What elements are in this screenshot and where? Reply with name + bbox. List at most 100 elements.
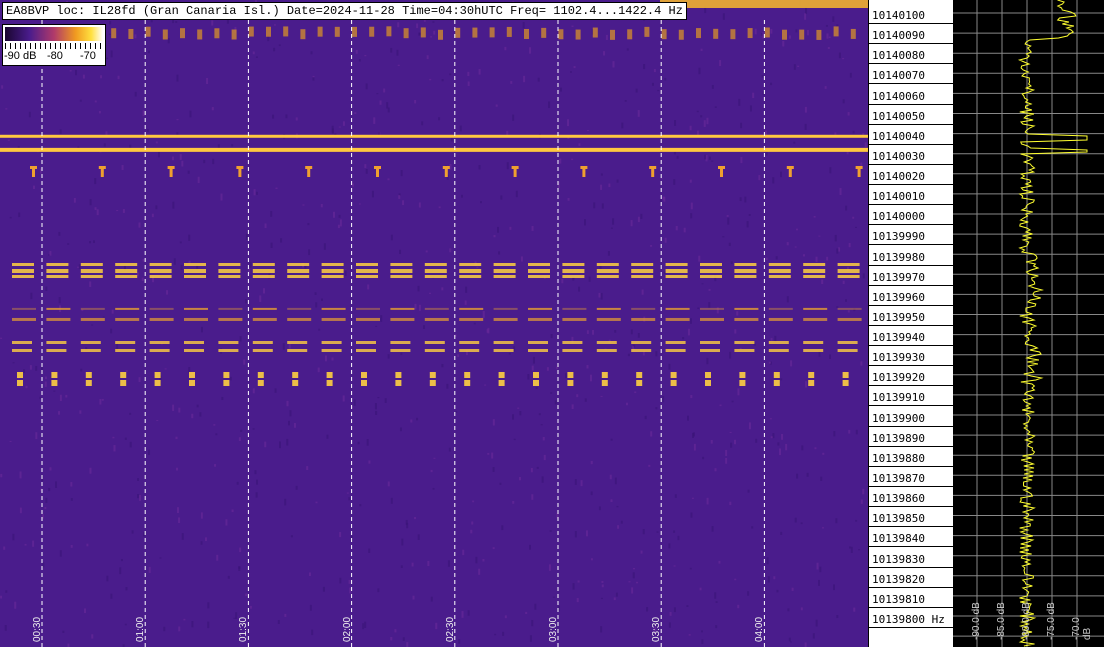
noise	[175, 436, 178, 440]
noise	[518, 477, 521, 481]
noise	[333, 211, 336, 218]
noise	[770, 337, 773, 341]
burst	[596, 263, 619, 266]
burst	[601, 372, 608, 378]
top-marks	[334, 26, 340, 37]
frequency-tick	[869, 526, 953, 528]
top-marks	[231, 29, 237, 40]
noise	[740, 122, 743, 129]
noise	[221, 396, 224, 401]
noise	[529, 47, 532, 54]
db-tick-label: -80.0 dB	[1021, 602, 1032, 640]
noise	[668, 622, 671, 628]
noise	[844, 299, 847, 302]
noise	[400, 352, 403, 356]
noise	[747, 591, 750, 596]
noise	[273, 24, 276, 26]
noise	[700, 48, 703, 51]
noise	[715, 601, 718, 604]
noise	[245, 299, 248, 304]
noise	[274, 388, 277, 393]
noise	[786, 242, 789, 246]
noise	[339, 219, 342, 227]
burst	[321, 263, 344, 266]
noise	[255, 56, 258, 58]
noise	[94, 177, 97, 185]
noise	[537, 77, 540, 82]
noise	[264, 223, 267, 229]
burst	[739, 380, 746, 386]
noise	[35, 365, 38, 371]
noise	[176, 507, 179, 514]
burst	[768, 341, 789, 344]
noise	[642, 529, 645, 535]
burst	[528, 263, 550, 266]
noise	[769, 418, 772, 420]
noise	[590, 491, 593, 496]
noise	[726, 214, 729, 217]
noise	[464, 300, 467, 305]
top-marks	[696, 28, 701, 39]
noise	[473, 322, 476, 325]
noise	[502, 631, 505, 636]
burst	[424, 317, 449, 321]
noise	[630, 220, 633, 227]
noise	[838, 247, 841, 252]
burst	[326, 372, 333, 378]
noise	[706, 497, 709, 505]
top-marks	[678, 29, 684, 40]
noise	[44, 381, 47, 387]
noise	[344, 270, 347, 276]
noise	[14, 601, 17, 609]
noise	[430, 469, 433, 473]
noise	[842, 58, 845, 60]
noise	[216, 554, 219, 561]
top-marks	[541, 27, 547, 38]
top-marks	[816, 29, 822, 40]
noise	[740, 157, 743, 164]
burst	[321, 349, 342, 352]
noise	[751, 526, 754, 529]
noise	[852, 130, 855, 134]
frequency-tick	[869, 23, 953, 24]
noise	[331, 357, 334, 361]
frequency-tick	[869, 626, 953, 628]
noise	[714, 468, 717, 472]
noise	[600, 395, 603, 397]
burst	[218, 269, 241, 273]
time-tick-label: 02:00	[341, 616, 353, 642]
noise	[785, 443, 788, 451]
burst	[149, 275, 172, 278]
noise	[176, 118, 179, 121]
noise	[163, 626, 166, 632]
noise	[628, 581, 631, 583]
burst	[184, 269, 206, 273]
burst	[493, 341, 514, 344]
noise	[366, 439, 369, 446]
noise	[212, 158, 215, 165]
burst	[252, 307, 277, 310]
noise	[711, 160, 714, 162]
noise	[411, 562, 414, 567]
noise	[787, 608, 790, 612]
noise	[379, 100, 382, 105]
noise	[580, 480, 583, 487]
noise	[612, 218, 615, 225]
noise	[339, 577, 342, 584]
noise	[367, 284, 370, 290]
noise	[89, 241, 92, 244]
burst	[665, 263, 688, 266]
noise	[531, 225, 534, 231]
noise	[770, 28, 773, 34]
noise	[777, 442, 780, 446]
frequency-tick	[869, 324, 953, 326]
noise	[578, 143, 581, 146]
noise	[207, 602, 210, 609]
noise	[782, 40, 785, 47]
top-marks	[455, 27, 461, 38]
noise	[4, 625, 7, 631]
noise	[398, 195, 401, 199]
noise	[598, 292, 601, 298]
noise	[612, 61, 615, 68]
y-mark	[857, 168, 861, 177]
